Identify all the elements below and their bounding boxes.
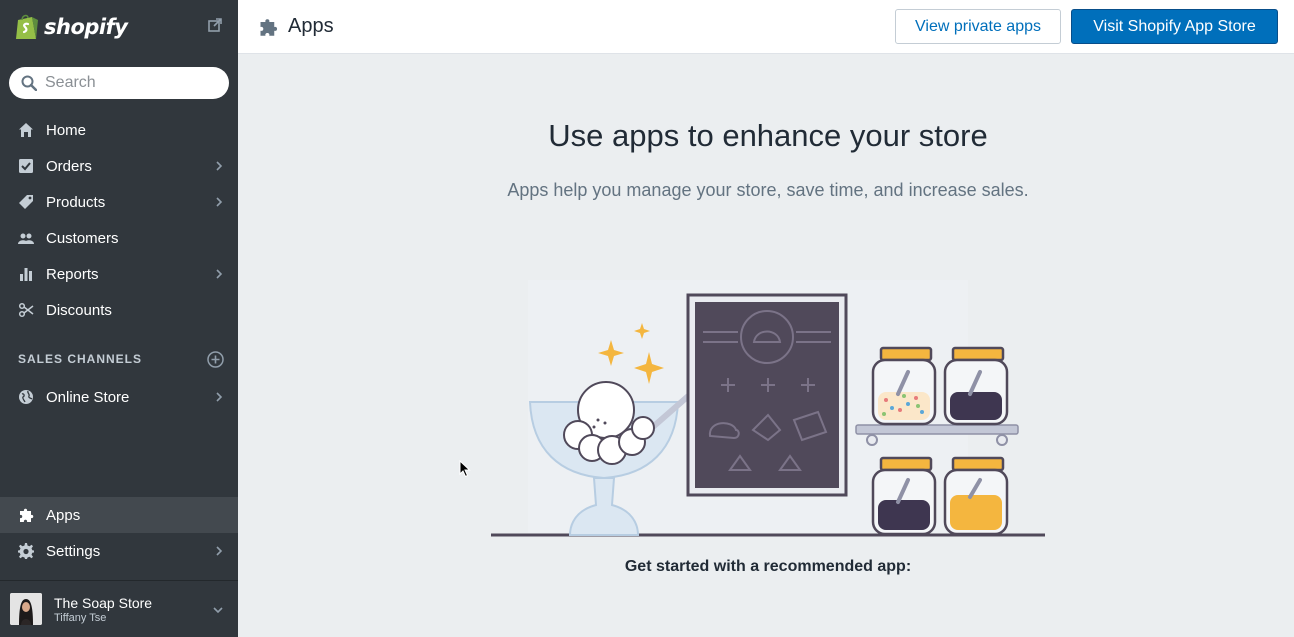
search-icon — [21, 75, 37, 91]
recommended-app-heading: Get started with a recommended app: — [624, 558, 912, 575]
brand-logo-text[interactable]: shopify — [44, 15, 128, 39]
avatar — [10, 593, 42, 625]
chevron-down-icon[interactable] — [212, 606, 224, 614]
chevron-right-icon — [216, 546, 223, 556]
store-user: Tiffany Tse — [54, 611, 107, 624]
sidebar-item-label: Settings — [46, 542, 101, 560]
home-icon — [18, 122, 34, 138]
sidebar-item-label: Orders — [46, 157, 92, 175]
logo-row: shopify — [0, 0, 238, 53]
sidebar-item-settings[interactable]: Settings — [0, 533, 238, 569]
chevron-right-icon — [216, 161, 223, 171]
main-content: Use apps to enhance your store Apps help… — [238, 55, 1294, 637]
sidebar: shopify Home Orders — [0, 0, 238, 637]
section-label: SALES CHANNELS — [18, 352, 143, 366]
store-info: The Soap Store Tiffany Tse — [54, 595, 152, 624]
gear-icon — [18, 543, 34, 559]
search-input[interactable] — [45, 74, 215, 92]
mouse-cursor-icon — [459, 460, 471, 478]
top-bar: Apps View private apps Visit Shopify App… — [238, 0, 1294, 54]
sidebar-item-label: Apps — [46, 506, 81, 524]
sidebar-item-label: Discounts — [46, 301, 112, 319]
sidebar-item-label: Home — [46, 121, 87, 139]
search-box[interactable] — [9, 67, 229, 99]
bottom-nav: Apps Settings — [0, 497, 238, 569]
bar-chart-icon — [18, 266, 34, 282]
globe-icon — [18, 389, 34, 405]
sidebar-item-label: Customers — [46, 229, 119, 247]
puzzle-icon — [260, 18, 278, 36]
sidebar-item-discounts[interactable]: Discounts — [0, 292, 238, 328]
sales-channels-heading: SALES CHANNELS — [0, 339, 238, 379]
sidebar-item-apps[interactable]: Apps — [0, 497, 238, 533]
orders-icon — [18, 158, 34, 174]
shopify-bag-icon — [16, 14, 38, 39]
chevron-right-icon — [216, 269, 223, 279]
sidebar-item-reports[interactable]: Reports — [0, 256, 238, 292]
sidebar-item-products[interactable]: Products — [0, 184, 238, 220]
store-name: The Soap Store — [54, 594, 153, 611]
main-nav: Home Orders Products Customers Reports D… — [0, 112, 238, 415]
ice-cream-shop-illustration — [491, 280, 1045, 537]
empty-state-subheading: Apps help you manage your store, save ti… — [507, 180, 1029, 200]
chevron-right-icon — [216, 197, 223, 207]
empty-state-heading: Use apps to enhance your store — [548, 118, 988, 153]
sidebar-item-customers[interactable]: Customers — [0, 220, 238, 256]
add-channel-icon[interactable] — [207, 351, 224, 368]
customers-icon — [18, 230, 34, 246]
discount-icon — [18, 302, 34, 318]
page-title: Apps — [288, 15, 334, 37]
puzzle-icon — [18, 507, 34, 523]
external-link-icon[interactable] — [208, 18, 222, 32]
sidebar-item-label: Reports — [46, 265, 99, 283]
chevron-right-icon — [216, 392, 223, 402]
view-private-apps-button[interactable]: View private apps — [895, 9, 1061, 44]
store-switcher[interactable]: The Soap Store Tiffany Tse — [0, 580, 238, 637]
tag-icon — [18, 194, 34, 210]
sidebar-item-orders[interactable]: Orders — [0, 148, 238, 184]
sidebar-item-label: Products — [46, 193, 106, 211]
visit-app-store-button[interactable]: Visit Shopify App Store — [1071, 9, 1278, 44]
sidebar-item-label: Online Store — [46, 388, 130, 406]
sidebar-item-online-store[interactable]: Online Store — [0, 379, 238, 415]
sidebar-item-home[interactable]: Home — [0, 112, 238, 148]
